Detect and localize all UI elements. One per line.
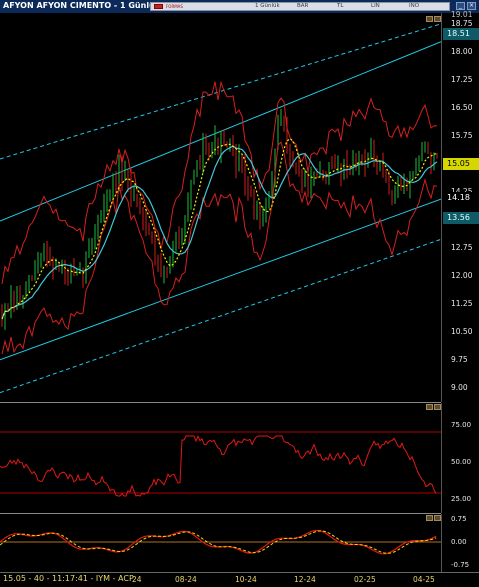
close-button[interactable]: × xyxy=(467,2,476,10)
osc-pane-close-icon[interactable] xyxy=(434,515,441,521)
price-marker-last: 15.05 xyxy=(443,158,479,170)
oscillator-axis[interactable]: 0.75 0.00 -0.75 xyxy=(426,514,479,572)
oscillator-chart[interactable] xyxy=(0,514,441,572)
price-tick: 11.25 xyxy=(451,299,473,308)
bollinger-upper-line xyxy=(1,80,438,284)
toolbar-scale[interactable]: LIN xyxy=(371,3,380,10)
ma-fast-line xyxy=(1,137,438,320)
osc-tick: 0.75 xyxy=(451,515,467,523)
price-tick: 15.75 xyxy=(451,131,473,140)
channel-outer-lower-line xyxy=(0,238,442,394)
price-chart[interactable] xyxy=(0,13,442,402)
price-axis-top-partial: 19.01 xyxy=(451,10,473,19)
rsi-tick: 25.00 xyxy=(451,495,472,503)
price-tick: 10.50 xyxy=(451,327,473,336)
price-pane-collapse-icon[interactable] xyxy=(426,16,433,22)
status-bar: 15.05 - 40 - 11:17:41 - IYM - ACP 24 08-… xyxy=(0,572,479,587)
price-tick: 12.00 xyxy=(451,271,473,280)
oscillator-pane[interactable] xyxy=(0,514,441,572)
rsi-axis[interactable]: 75.00 50.00 25.00 xyxy=(426,403,479,513)
rsi-tick: 75.00 xyxy=(451,421,472,429)
price-marker-channel-top: 18.51 xyxy=(443,28,479,40)
date-label: 24 xyxy=(132,575,142,584)
price-tick: 12.75 xyxy=(451,243,473,252)
price-tick: 18.75 xyxy=(451,19,473,28)
price-tick: 16.50 xyxy=(451,103,473,112)
date-label: 12-24 xyxy=(294,575,316,584)
toolbar-indicators[interactable]: INO xyxy=(409,3,419,10)
osc-pane-collapse-icon[interactable] xyxy=(426,515,433,521)
ma-slow-line xyxy=(1,145,438,320)
price-tick: 9.75 xyxy=(451,355,468,364)
price-tick: 17.25 xyxy=(451,75,473,84)
minimize-button[interactable]: _ xyxy=(456,2,465,10)
osc-tick: -0.75 xyxy=(451,561,470,569)
cursor-readout: 15.05 - 40 - 11:17:41 - IYM - ACP xyxy=(3,574,134,583)
rsi-pane[interactable] xyxy=(0,403,441,513)
rsi-pane-close-icon[interactable] xyxy=(434,404,441,410)
price-pane[interactable] xyxy=(0,13,442,402)
date-label: 04-25 xyxy=(413,575,435,584)
date-label: 08-24 xyxy=(175,575,197,584)
osc-tick: 0.00 xyxy=(451,538,467,546)
price-axis[interactable]: 18.7518.0017.2516.5015.7515.0014.2513.50… xyxy=(426,10,479,402)
toolbar-interval[interactable]: 1 Günlük xyxy=(255,3,280,10)
toolbar-currency[interactable]: TL xyxy=(337,3,343,10)
bollinger-lower-line xyxy=(1,141,438,355)
rsi-chart[interactable] xyxy=(0,403,441,513)
title-bar: AFYON AFYON CIMENTO - 1 Günlük (.1d) FOR… xyxy=(0,0,479,14)
price-pane-close-icon[interactable] xyxy=(434,16,441,22)
rsi-pane-collapse-icon[interactable] xyxy=(426,404,433,410)
toolbar-chart-type[interactable]: BAR xyxy=(297,3,308,10)
date-label: 02-25 xyxy=(354,575,376,584)
chart-toolbar: FORMAS 1 Günlük BAR TL LIN INO xyxy=(150,2,450,11)
rsi-tick: 50.00 xyxy=(451,458,472,466)
price-tick: 9.00 xyxy=(451,383,468,392)
toolbar-tag[interactable]: FORMAS xyxy=(166,3,183,10)
price-tick: 18.00 xyxy=(451,47,473,56)
rsi-line xyxy=(0,435,437,497)
price-marker-channel-bottom: 13.56 xyxy=(443,212,479,224)
price-marker-close: 14.18 xyxy=(443,192,479,204)
toolbar-flag-icon[interactable] xyxy=(154,4,163,9)
date-label: 10-24 xyxy=(235,575,257,584)
